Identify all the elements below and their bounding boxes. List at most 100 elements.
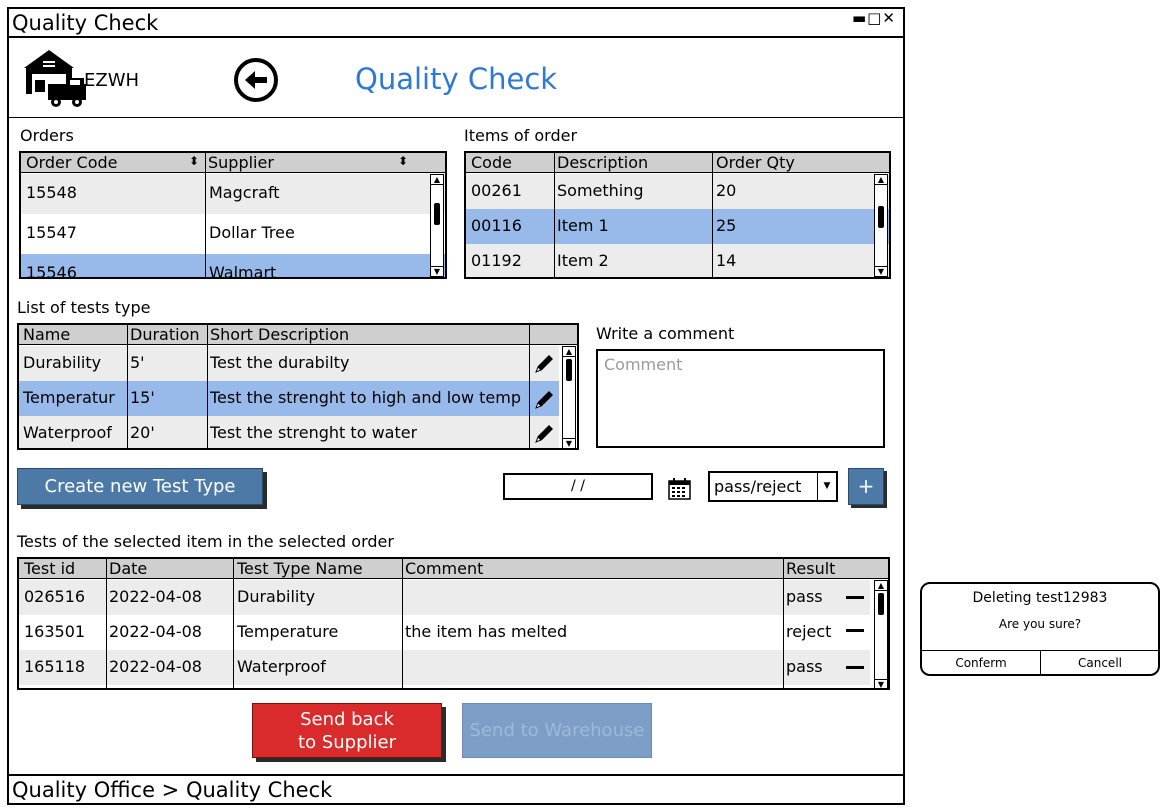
item-code: 00116 xyxy=(471,216,522,235)
window-title: Quality Check xyxy=(12,11,159,35)
page-title: Quality Check xyxy=(355,62,558,96)
delete-test-icon[interactable] xyxy=(846,666,864,669)
column-header-test-type-name[interactable]: Test Type Name xyxy=(237,559,363,578)
table-row-selected[interactable]: 00116 Item 1 25 xyxy=(466,209,889,244)
column-header-result[interactable]: Result xyxy=(786,559,835,578)
dialog-title: Deleting test12983 xyxy=(972,590,1108,606)
scroll-down-icon[interactable]: ▼ xyxy=(431,266,443,276)
column-header-date[interactable]: Date xyxy=(109,559,147,578)
column-header-test-id[interactable]: Test id xyxy=(24,559,75,578)
column-divider xyxy=(783,559,784,688)
test-type-duration: 20' xyxy=(130,423,155,442)
scroll-down-icon[interactable]: ▼ xyxy=(563,438,575,448)
item-description: Something xyxy=(557,181,644,200)
column-divider xyxy=(106,559,107,688)
test-type-name: Temperatur xyxy=(23,388,115,407)
scroll-thumb[interactable] xyxy=(878,593,884,615)
scroll-up-icon[interactable]: ▲ xyxy=(431,175,443,185)
column-header-supplier[interactable]: Supplier xyxy=(208,153,274,172)
brand-name: EZWH xyxy=(84,70,140,91)
chevron-down-icon[interactable]: ▼ xyxy=(817,473,836,500)
scroll-up-icon[interactable]: ▲ xyxy=(563,347,575,357)
table-row-selected[interactable]: 15546 Walmart xyxy=(21,254,445,279)
delete-test-icon[interactable] xyxy=(846,596,864,599)
order-code: 15548 xyxy=(26,183,77,202)
test-result: pass xyxy=(786,657,823,676)
test-types-table-header: Name Duration Short Description xyxy=(19,325,577,345)
test-type-description: Test the strenght to water xyxy=(210,423,418,442)
column-header-description[interactable]: Description xyxy=(557,153,648,172)
tests-table-header: Test id Date Test Type Name Comment Resu… xyxy=(19,559,888,579)
test-type-name: Durability xyxy=(23,353,102,372)
test-comment: the item has melted xyxy=(405,622,568,641)
add-test-button[interactable]: + xyxy=(848,468,884,505)
tests-table: Test id Date Test Type Name Comment Resu… xyxy=(17,557,890,690)
item-description: Item 2 xyxy=(557,251,609,270)
column-header-code[interactable]: Code xyxy=(471,153,512,172)
table-row[interactable]: 163501 2022-04-08 Temperature the item h… xyxy=(19,615,870,650)
orders-table-header: Order Code ⬍ Supplier ⬍ xyxy=(21,153,445,173)
column-header-short-description[interactable]: Short Description xyxy=(210,325,349,344)
scroll-thumb[interactable] xyxy=(566,359,572,381)
dialog-confirm-button[interactable]: Conferm xyxy=(922,652,1040,674)
table-row[interactable]: 01192 Item 2 14 xyxy=(466,244,889,277)
test-type-description: Test the strenght to high and low temp xyxy=(210,388,521,407)
order-code: 15547 xyxy=(26,223,77,242)
scroll-down-icon[interactable]: ▼ xyxy=(875,266,887,276)
result-select[interactable]: pass/reject ▼ xyxy=(708,471,838,502)
window-controls[interactable]: ▬□✕ xyxy=(852,10,896,26)
test-type-name: Durability xyxy=(237,587,316,606)
send-to-warehouse-button[interactable]: Send to Warehouse xyxy=(462,703,652,758)
dialog-message: Are you sure? xyxy=(998,617,1082,631)
column-header-order-code[interactable]: Order Code xyxy=(26,153,118,172)
test-types-scrollbar[interactable]: ▲ ▼ xyxy=(562,346,576,448)
column-divider xyxy=(233,559,234,688)
test-id: 163501 xyxy=(24,622,86,641)
test-date: 2022-04-08 xyxy=(109,657,202,676)
table-row[interactable]: 00261 Something 20 xyxy=(466,174,889,209)
test-result: pass xyxy=(786,587,823,606)
column-header-comment[interactable]: Comment xyxy=(405,559,483,578)
scroll-up-icon[interactable]: ▲ xyxy=(875,581,887,591)
scroll-thumb[interactable] xyxy=(434,203,440,225)
delete-test-icon[interactable] xyxy=(846,629,864,632)
warehouse-truck-icon xyxy=(24,50,86,107)
column-header-name[interactable]: Name xyxy=(23,325,70,344)
column-divider xyxy=(529,325,530,448)
comment-field[interactable] xyxy=(596,349,885,448)
table-row-selected[interactable]: Temperatur 15' Test the strenght to high… xyxy=(19,381,559,416)
tests-scrollbar[interactable]: ▲ ▼ xyxy=(874,580,888,688)
items-table-header: Code Description Order Qty xyxy=(466,153,889,173)
test-type-name: Waterproof xyxy=(23,423,112,442)
table-row[interactable]: Waterproof 20' Test the strenght to wate… xyxy=(19,416,559,448)
table-row[interactable]: 15548 Magcraft xyxy=(21,174,445,214)
scroll-thumb[interactable] xyxy=(878,206,884,228)
dialog-cancel-button[interactable]: Cancell xyxy=(1041,652,1159,674)
sort-icon[interactable]: ⬍ xyxy=(189,154,199,168)
breadcrumb: Quality Office > Quality Check xyxy=(12,778,333,802)
create-test-type-button[interactable]: Create new Test Type xyxy=(17,468,263,505)
table-row[interactable]: 026516 2022-04-08 Durability pass xyxy=(19,580,870,615)
edit-pencil-icon[interactable] xyxy=(533,351,557,375)
order-code: 15546 xyxy=(26,263,77,279)
table-row[interactable]: Durability 5' Test the durabilty xyxy=(19,346,559,381)
scroll-up-icon[interactable]: ▲ xyxy=(875,175,887,185)
items-scrollbar[interactable]: ▲ ▼ xyxy=(874,174,888,277)
column-header-order-qty[interactable]: Order Qty xyxy=(716,153,795,172)
send-back-label-line2: to Supplier xyxy=(298,732,396,753)
back-button[interactable] xyxy=(234,58,278,102)
calendar-icon[interactable] xyxy=(668,477,691,500)
edit-pencil-icon[interactable] xyxy=(533,421,557,445)
table-row[interactable]: 15547 Dollar Tree xyxy=(21,214,445,254)
table-row[interactable]: 165118 2022-04-08 Waterproof pass xyxy=(19,650,870,685)
comment-label: Write a comment xyxy=(596,324,735,343)
date-input[interactable]: / / xyxy=(503,473,653,500)
orders-scrollbar[interactable]: ▲ ▼ xyxy=(430,174,444,277)
column-header-duration[interactable]: Duration xyxy=(130,325,200,344)
comment-input[interactable] xyxy=(598,351,883,446)
edit-pencil-icon[interactable] xyxy=(533,387,557,411)
delete-confirm-dialog: Deleting test12983 Are you sure? Conferm… xyxy=(920,582,1160,676)
sort-icon[interactable]: ⬍ xyxy=(398,154,408,168)
send-back-to-supplier-button[interactable]: Send back to Supplier xyxy=(252,703,442,758)
scroll-down-icon[interactable]: ▼ xyxy=(875,679,887,688)
